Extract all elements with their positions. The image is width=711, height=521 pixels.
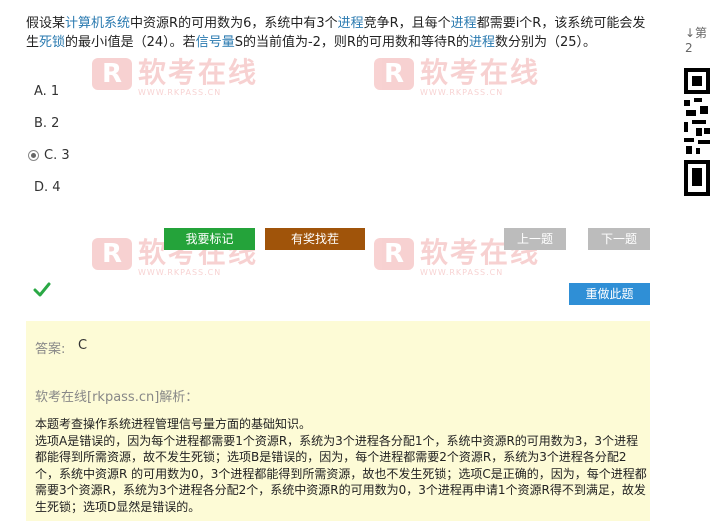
question-keyword-link[interactable]: 死锁 bbox=[39, 35, 65, 50]
option-c[interactable]: C. 3 bbox=[44, 148, 70, 163]
watermark-name: 软考在线 bbox=[420, 56, 541, 89]
answer-label: 答案: bbox=[35, 342, 66, 357]
next-question-button[interactable]: 下一题 bbox=[588, 228, 650, 250]
option-a[interactable]: A. 1 bbox=[34, 84, 59, 99]
question-part: S的当前值为-2，则R的可用数和等待R的 bbox=[234, 35, 469, 50]
redo-button[interactable]: 重做此题 bbox=[569, 283, 650, 305]
question-part: 数分别为（25）。 bbox=[495, 35, 597, 50]
option-c-radio[interactable] bbox=[28, 150, 39, 161]
watermark-url: WWW.RKPASS.CN bbox=[420, 88, 504, 97]
qr-code-icon bbox=[682, 66, 711, 198]
question-keyword-link[interactable]: 进程 bbox=[451, 16, 477, 31]
report-error-button[interactable]: 有奖找茬 bbox=[265, 228, 365, 250]
question-part: 假设某 bbox=[26, 16, 66, 31]
explanation-text: 本题考查操作系统进程管理信号量方面的基础知识。 选项A是错误的，因为每个进程都需… bbox=[35, 416, 647, 515]
watermark-logo: R bbox=[92, 238, 132, 270]
watermark-logo: R bbox=[374, 238, 414, 270]
watermark-logo: R bbox=[374, 58, 414, 90]
question-part: 竞争R，且每个 bbox=[363, 16, 451, 31]
question-part: 的最小i值是（24）。若 bbox=[65, 35, 196, 50]
watermark: R 软考在线 WWW.RKPASS.CN bbox=[92, 58, 258, 97]
question-keyword-link[interactable]: 进程 bbox=[338, 16, 364, 31]
question-keyword-link[interactable]: 信号量 bbox=[196, 35, 235, 50]
watermark-logo: R bbox=[92, 58, 132, 90]
watermark-url: WWW.RKPASS.CN bbox=[138, 88, 222, 97]
watermark-url: WWW.RKPASS.CN bbox=[420, 268, 504, 277]
side-label: ↓第2 bbox=[685, 26, 708, 55]
explanation-line: 选项A是错误的，因为每个进程都需要1个资源R，系统为3个进程各分配1个，系统中资… bbox=[35, 433, 647, 514]
option-d[interactable]: D. 4 bbox=[34, 180, 61, 195]
mark-button[interactable]: 我要标记 bbox=[164, 228, 255, 250]
watermark-url: WWW.RKPASS.CN bbox=[138, 268, 222, 277]
explanation-title: 软考在线[rkpass.cn]解析： bbox=[35, 390, 199, 405]
correct-check-icon bbox=[33, 282, 51, 297]
question-keyword-link[interactable]: 计算机系统 bbox=[65, 16, 130, 31]
prev-question-button[interactable]: 上一题 bbox=[504, 228, 566, 250]
question-keyword-link[interactable]: 进程 bbox=[469, 35, 495, 50]
watermark-name: 软考在线 bbox=[138, 56, 259, 89]
watermark: R 软考在线 WWW.RKPASS.CN bbox=[374, 58, 540, 97]
option-b[interactable]: B. 2 bbox=[34, 116, 59, 131]
answer-value: C bbox=[78, 338, 88, 353]
explanation-line: 本题考查操作系统进程管理信号量方面的基础知识。 bbox=[35, 417, 312, 431]
question-part: 中资源R的可用数为6，系统中有3个 bbox=[130, 16, 338, 31]
question-text: 假设某计算机系统中资源R的可用数为6，系统中有3个进程竞争R，且每个进程都需要i… bbox=[26, 14, 654, 52]
answer-panel: 答案: C 软考在线[rkpass.cn]解析： 本题考查操作系统进程管理信号量… bbox=[26, 321, 650, 521]
